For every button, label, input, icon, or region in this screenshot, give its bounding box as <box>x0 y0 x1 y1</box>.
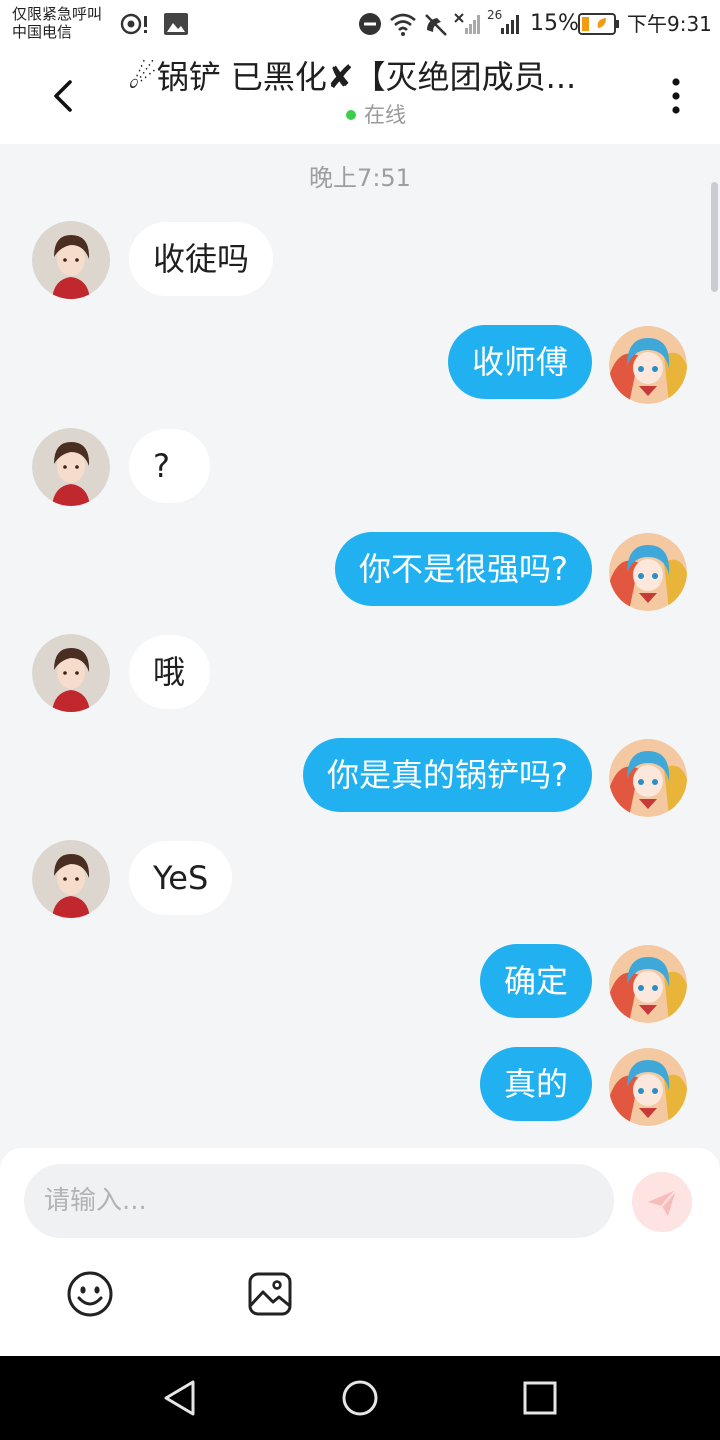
emoji-icon[interactable] <box>66 1270 114 1318</box>
message-bubble-received[interactable]: 哦 <box>129 635 210 709</box>
online-dot <box>346 110 356 120</box>
message-bubble-sent[interactable]: 确定 <box>479 944 592 1018</box>
message-bubble-sent[interactable]: 你是真的锅铲吗? <box>303 738 592 812</box>
chat-scrollbar[interactable] <box>711 182 718 292</box>
my-avatar[interactable] <box>609 739 687 817</box>
battery-icon <box>578 13 619 35</box>
my-avatar[interactable] <box>609 945 687 1023</box>
system-nav-bar <box>0 1356 720 1440</box>
battery-percent: 15% <box>530 11 579 36</box>
status-bar: 仅限紧急呼叫 中国电信 26 15% 下午9:31 <box>0 0 720 48</box>
message-bubble-sent[interactable]: 真的 <box>479 1047 592 1121</box>
my-avatar[interactable] <box>609 1048 687 1126</box>
do-not-disturb-icon <box>359 13 381 35</box>
nav-back-icon[interactable] <box>160 1378 200 1418</box>
message-bubble-received[interactable]: 收徒吗 <box>129 222 274 296</box>
carrier-info: 仅限紧急呼叫 中国电信 <box>12 5 102 41</box>
image-icon[interactable] <box>246 1270 294 1318</box>
send-icon[interactable] <box>632 1172 692 1232</box>
wifi-icon <box>390 13 416 36</box>
carrier-line1: 仅限紧急呼叫 <box>12 5 103 23</box>
message-bubble-sent[interactable]: 收师傅 <box>447 325 592 399</box>
message-bubble-received[interactable]: ? <box>129 429 210 503</box>
signal-icon <box>501 15 519 34</box>
call-off-icon <box>425 14 447 36</box>
online-status: 在线 <box>346 100 406 130</box>
online-status-label: 在线 <box>364 103 406 127</box>
nav-home-icon[interactable] <box>340 1378 380 1418</box>
contact-avatar[interactable] <box>32 221 110 299</box>
contact-avatar[interactable] <box>32 840 110 918</box>
gallery-notification-icon <box>164 13 188 35</box>
contact-avatar[interactable] <box>32 634 110 712</box>
my-avatar[interactable] <box>609 533 687 611</box>
chat-title: ☄锅铲 已黑化✘【灭绝团成员... <box>128 58 577 96</box>
hotspot-icon <box>120 13 147 35</box>
message-bubble-received[interactable]: YeS <box>129 841 233 915</box>
nav-recents-icon[interactable] <box>520 1378 560 1418</box>
my-avatar[interactable] <box>609 326 687 404</box>
message-timestamp: 晚上7:51 <box>309 164 411 192</box>
chat-header: ☄锅铲 已黑化✘【灭绝团成员... 在线 <box>0 48 720 144</box>
message-input[interactable] <box>24 1164 614 1238</box>
signal-no-sim-icon <box>454 13 480 34</box>
back-arrow-icon[interactable] <box>44 72 88 120</box>
more-vertical-icon[interactable] <box>660 76 692 116</box>
carrier-line2: 中国电信 <box>12 23 73 41</box>
contact-avatar[interactable] <box>32 428 110 506</box>
message-bubble-sent[interactable]: 你不是很强吗? <box>335 532 592 606</box>
clock: 下午9:31 <box>627 12 712 36</box>
composer-panel <box>0 1148 720 1356</box>
